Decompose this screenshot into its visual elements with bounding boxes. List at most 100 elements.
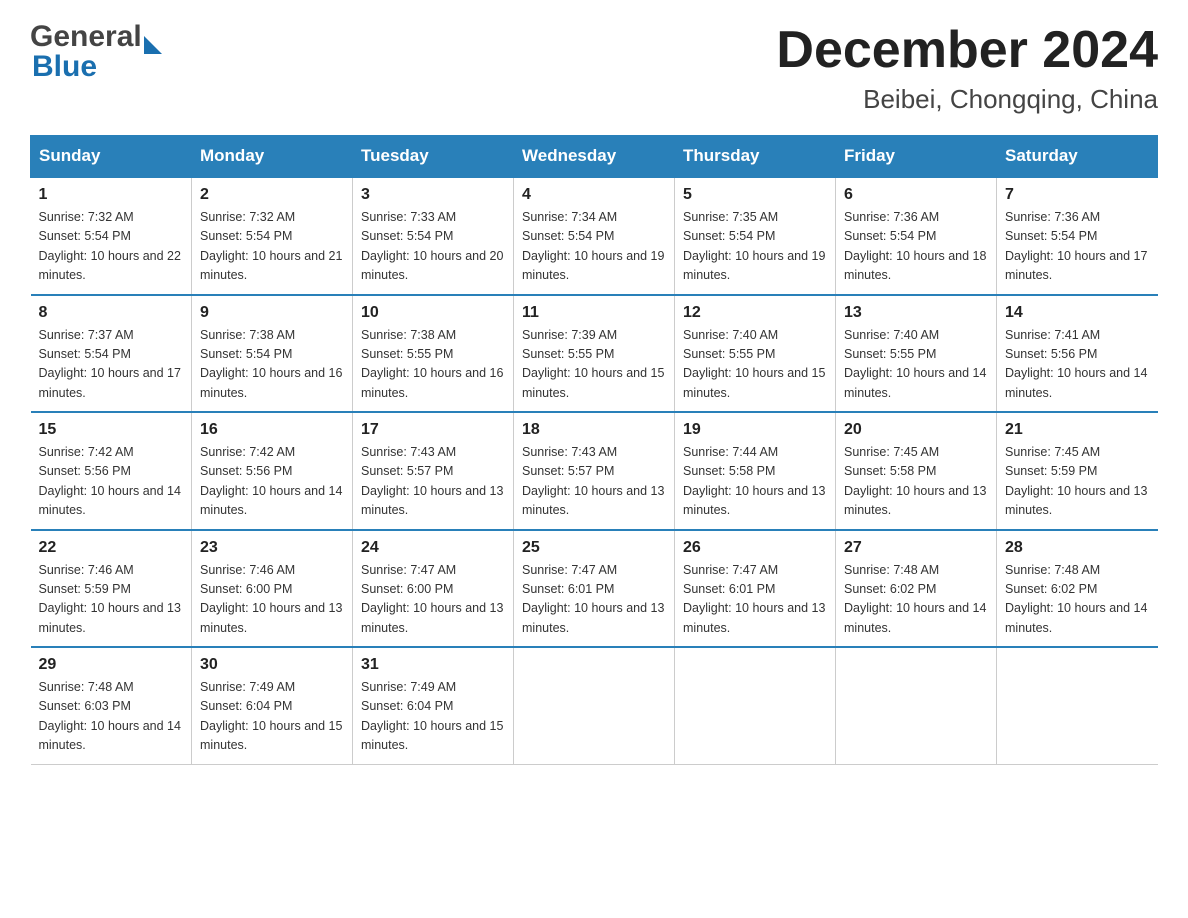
day-number: 23 xyxy=(200,539,344,557)
sunrise-label: Sunrise: 7:32 AM xyxy=(39,210,134,224)
day-number: 11 xyxy=(522,304,666,322)
logo-blue: Blue xyxy=(32,50,97,84)
day-info: Sunrise: 7:35 AM Sunset: 5:54 PM Dayligh… xyxy=(683,208,827,286)
sunset-label: Sunset: 5:54 PM xyxy=(39,347,131,361)
sunrise-label: Sunrise: 7:34 AM xyxy=(522,210,617,224)
sunset-label: Sunset: 5:54 PM xyxy=(683,229,775,243)
day-info: Sunrise: 7:43 AM Sunset: 5:57 PM Dayligh… xyxy=(522,443,666,521)
day-number: 4 xyxy=(522,186,666,204)
sunset-label: Sunset: 5:54 PM xyxy=(522,229,614,243)
calendar-day-cell: 9 Sunrise: 7:38 AM Sunset: 5:54 PM Dayli… xyxy=(192,295,353,413)
sunset-label: Sunset: 6:00 PM xyxy=(200,582,292,596)
header-thursday: Thursday xyxy=(675,136,836,178)
sunrise-label: Sunrise: 7:48 AM xyxy=(1005,563,1100,577)
day-number: 14 xyxy=(1005,304,1150,322)
day-number: 13 xyxy=(844,304,988,322)
day-info: Sunrise: 7:45 AM Sunset: 5:59 PM Dayligh… xyxy=(1005,443,1150,521)
daylight-label: Daylight: 10 hours and 22 minutes. xyxy=(39,249,181,282)
day-info: Sunrise: 7:49 AM Sunset: 6:04 PM Dayligh… xyxy=(200,678,344,756)
calendar-day-cell: 1 Sunrise: 7:32 AM Sunset: 5:54 PM Dayli… xyxy=(31,177,192,295)
calendar-week-row: 1 Sunrise: 7:32 AM Sunset: 5:54 PM Dayli… xyxy=(31,177,1158,295)
daylight-label: Daylight: 10 hours and 15 minutes. xyxy=(361,719,503,752)
calendar-day-cell: 25 Sunrise: 7:47 AM Sunset: 6:01 PM Dayl… xyxy=(514,530,675,648)
calendar-day-cell: 3 Sunrise: 7:33 AM Sunset: 5:54 PM Dayli… xyxy=(353,177,514,295)
calendar-day-cell: 29 Sunrise: 7:48 AM Sunset: 6:03 PM Dayl… xyxy=(31,647,192,764)
sunrise-label: Sunrise: 7:47 AM xyxy=(361,563,456,577)
calendar-day-cell: 15 Sunrise: 7:42 AM Sunset: 5:56 PM Dayl… xyxy=(31,412,192,530)
sunset-label: Sunset: 6:02 PM xyxy=(844,582,936,596)
sunrise-label: Sunrise: 7:46 AM xyxy=(200,563,295,577)
calendar-day-cell: 20 Sunrise: 7:45 AM Sunset: 5:58 PM Dayl… xyxy=(836,412,997,530)
sunrise-label: Sunrise: 7:46 AM xyxy=(39,563,134,577)
sunset-label: Sunset: 5:56 PM xyxy=(39,464,131,478)
day-info: Sunrise: 7:42 AM Sunset: 5:56 PM Dayligh… xyxy=(200,443,344,521)
day-info: Sunrise: 7:41 AM Sunset: 5:56 PM Dayligh… xyxy=(1005,326,1150,404)
day-info: Sunrise: 7:45 AM Sunset: 5:58 PM Dayligh… xyxy=(844,443,988,521)
daylight-label: Daylight: 10 hours and 13 minutes. xyxy=(39,601,181,634)
sunrise-label: Sunrise: 7:36 AM xyxy=(1005,210,1100,224)
sunrise-label: Sunrise: 7:44 AM xyxy=(683,445,778,459)
daylight-label: Daylight: 10 hours and 15 minutes. xyxy=(683,366,825,399)
day-info: Sunrise: 7:48 AM Sunset: 6:02 PM Dayligh… xyxy=(844,561,988,639)
daylight-label: Daylight: 10 hours and 13 minutes. xyxy=(361,601,503,634)
sunset-label: Sunset: 5:54 PM xyxy=(844,229,936,243)
sunrise-label: Sunrise: 7:35 AM xyxy=(683,210,778,224)
day-number: 5 xyxy=(683,186,827,204)
day-info: Sunrise: 7:44 AM Sunset: 5:58 PM Dayligh… xyxy=(683,443,827,521)
day-number: 25 xyxy=(522,539,666,557)
header-monday: Monday xyxy=(192,136,353,178)
sunrise-label: Sunrise: 7:37 AM xyxy=(39,328,134,342)
day-number: 12 xyxy=(683,304,827,322)
daylight-label: Daylight: 10 hours and 14 minutes. xyxy=(200,484,342,517)
logo: General Blue xyxy=(30,20,162,84)
calendar-day-cell: 26 Sunrise: 7:47 AM Sunset: 6:01 PM Dayl… xyxy=(675,530,836,648)
day-number: 19 xyxy=(683,421,827,439)
daylight-label: Daylight: 10 hours and 13 minutes. xyxy=(522,484,664,517)
daylight-label: Daylight: 10 hours and 13 minutes. xyxy=(1005,484,1147,517)
sunrise-label: Sunrise: 7:48 AM xyxy=(844,563,939,577)
sunrise-label: Sunrise: 7:41 AM xyxy=(1005,328,1100,342)
calendar-table: Sunday Monday Tuesday Wednesday Thursday… xyxy=(30,135,1158,765)
day-info: Sunrise: 7:40 AM Sunset: 5:55 PM Dayligh… xyxy=(683,326,827,404)
day-info: Sunrise: 7:47 AM Sunset: 6:00 PM Dayligh… xyxy=(361,561,505,639)
sunset-label: Sunset: 5:54 PM xyxy=(1005,229,1097,243)
day-info: Sunrise: 7:32 AM Sunset: 5:54 PM Dayligh… xyxy=(39,208,184,286)
sunset-label: Sunset: 5:56 PM xyxy=(200,464,292,478)
daylight-label: Daylight: 10 hours and 16 minutes. xyxy=(361,366,503,399)
day-number: 24 xyxy=(361,539,505,557)
sunrise-label: Sunrise: 7:38 AM xyxy=(200,328,295,342)
logo-arrow-icon xyxy=(144,36,162,54)
sunrise-label: Sunrise: 7:40 AM xyxy=(683,328,778,342)
day-info: Sunrise: 7:47 AM Sunset: 6:01 PM Dayligh… xyxy=(522,561,666,639)
daylight-label: Daylight: 10 hours and 13 minutes. xyxy=(361,484,503,517)
daylight-label: Daylight: 10 hours and 13 minutes. xyxy=(683,484,825,517)
day-info: Sunrise: 7:36 AM Sunset: 5:54 PM Dayligh… xyxy=(844,208,988,286)
calendar-week-row: 15 Sunrise: 7:42 AM Sunset: 5:56 PM Dayl… xyxy=(31,412,1158,530)
day-info: Sunrise: 7:32 AM Sunset: 5:54 PM Dayligh… xyxy=(200,208,344,286)
calendar-day-cell xyxy=(997,647,1158,764)
daylight-label: Daylight: 10 hours and 13 minutes. xyxy=(522,601,664,634)
daylight-label: Daylight: 10 hours and 14 minutes. xyxy=(1005,601,1147,634)
day-info: Sunrise: 7:46 AM Sunset: 6:00 PM Dayligh… xyxy=(200,561,344,639)
daylight-label: Daylight: 10 hours and 18 minutes. xyxy=(844,249,986,282)
day-info: Sunrise: 7:40 AM Sunset: 5:55 PM Dayligh… xyxy=(844,326,988,404)
sunset-label: Sunset: 5:58 PM xyxy=(844,464,936,478)
day-number: 30 xyxy=(200,656,344,674)
sunset-label: Sunset: 5:55 PM xyxy=(844,347,936,361)
calendar-subtitle: Beibei, Chongqing, China xyxy=(776,84,1158,115)
sunrise-label: Sunrise: 7:33 AM xyxy=(361,210,456,224)
sunset-label: Sunset: 5:54 PM xyxy=(361,229,453,243)
sunset-label: Sunset: 6:00 PM xyxy=(361,582,453,596)
calendar-day-cell: 13 Sunrise: 7:40 AM Sunset: 5:55 PM Dayl… xyxy=(836,295,997,413)
day-number: 20 xyxy=(844,421,988,439)
calendar-day-cell: 21 Sunrise: 7:45 AM Sunset: 5:59 PM Dayl… xyxy=(997,412,1158,530)
day-number: 27 xyxy=(844,539,988,557)
day-number: 29 xyxy=(39,656,184,674)
day-info: Sunrise: 7:36 AM Sunset: 5:54 PM Dayligh… xyxy=(1005,208,1150,286)
calendar-day-cell: 28 Sunrise: 7:48 AM Sunset: 6:02 PM Dayl… xyxy=(997,530,1158,648)
calendar-day-cell: 11 Sunrise: 7:39 AM Sunset: 5:55 PM Dayl… xyxy=(514,295,675,413)
calendar-day-cell: 31 Sunrise: 7:49 AM Sunset: 6:04 PM Dayl… xyxy=(353,647,514,764)
calendar-day-cell: 14 Sunrise: 7:41 AM Sunset: 5:56 PM Dayl… xyxy=(997,295,1158,413)
calendar-day-cell: 27 Sunrise: 7:48 AM Sunset: 6:02 PM Dayl… xyxy=(836,530,997,648)
sunrise-label: Sunrise: 7:47 AM xyxy=(522,563,617,577)
